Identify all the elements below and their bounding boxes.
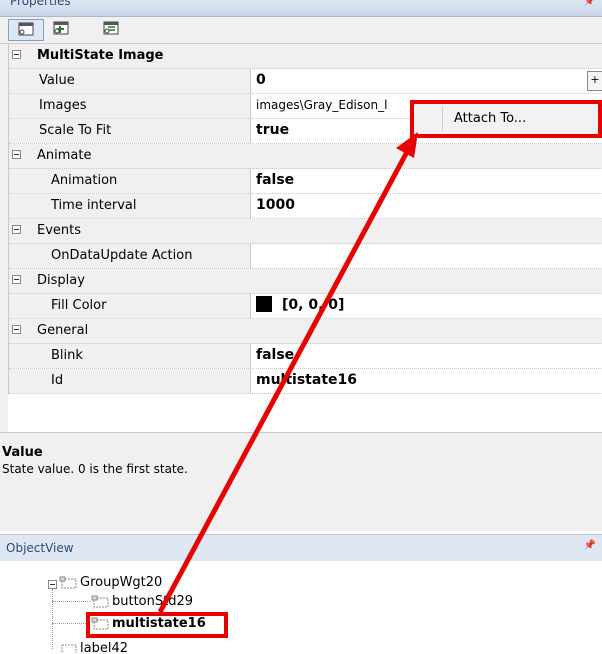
collapse-icon[interactable]: [12, 325, 21, 334]
collapse-icon[interactable]: [12, 50, 21, 59]
property-name: OnDataUpdate Action: [23, 244, 251, 268]
value-text: 0: [256, 72, 266, 88]
objectview-tree: GroupWgt20 buttonStd29 multistate16 labe…: [0, 561, 602, 654]
tree-node-label: label42: [80, 641, 128, 653]
properties-title-bar: Properties 📌: [0, 0, 602, 17]
color-swatch: [256, 296, 272, 312]
description-panel: Value State value. 0 is the first state.: [0, 432, 602, 531]
property-value[interactable]: false: [252, 344, 602, 368]
category-general[interactable]: General: [9, 319, 602, 344]
alphabetical-view-icon: [53, 21, 69, 35]
properties-toolbar: [0, 17, 602, 44]
category-events[interactable]: Events: [9, 219, 602, 244]
property-value[interactable]: false: [252, 169, 602, 193]
menu-separator: [442, 106, 443, 132]
alphabetical-view-button[interactable]: [44, 19, 78, 39]
ellipsis-button[interactable]: +: [587, 71, 602, 91]
highlight-box: [86, 612, 228, 638]
property-value[interactable]: [0, 0, 0]: [252, 294, 602, 318]
category-label: MultiState Image: [23, 44, 583, 68]
events-view-button[interactable]: [94, 19, 128, 39]
collapse-icon[interactable]: [12, 275, 21, 284]
property-row-id[interactable]: Id multistate16: [9, 369, 602, 394]
category-label: Events: [23, 219, 583, 243]
fill-color-text: [0, 0, 0]: [282, 297, 345, 313]
property-name: Scale To Fit: [23, 119, 251, 143]
property-value[interactable]: 0 +: [252, 69, 602, 93]
property-value[interactable]: [252, 244, 602, 268]
property-name: Animation: [23, 169, 251, 193]
widget-icon: [58, 642, 80, 653]
tree-node-label: GroupWgt20: [80, 575, 163, 590]
tree-node-buttonstd29[interactable]: buttonStd29: [90, 594, 193, 609]
categorized-view-icon: [18, 22, 34, 36]
widget-icon: [90, 595, 112, 609]
description-text: State value. 0 is the first state.: [2, 462, 188, 476]
category-label: General: [23, 319, 583, 343]
category-multistate-image[interactable]: MultiState Image: [9, 44, 602, 69]
property-name: Images: [23, 94, 251, 118]
property-value[interactable]: multistate16: [252, 369, 602, 393]
description-title: Value: [2, 445, 43, 460]
property-name: Value: [23, 69, 251, 93]
property-value[interactable]: 1000: [252, 194, 602, 218]
objectview-title: ObjectView: [6, 541, 74, 555]
property-row-blink[interactable]: Blink false: [9, 344, 602, 369]
property-row-fill-color[interactable]: Fill Color [0, 0, 0]: [9, 294, 602, 319]
tree-line: [52, 601, 90, 602]
tree-node-label42[interactable]: label42: [58, 641, 128, 653]
property-name: Fill Color: [23, 294, 251, 318]
context-menu: Attach To...: [410, 100, 602, 138]
objectview-title-bar: ObjectView 📌: [0, 534, 602, 562]
menu-item-attach-to[interactable]: Attach To...: [454, 111, 526, 126]
property-row-value[interactable]: Value 0 +: [9, 69, 602, 94]
property-row-time-interval[interactable]: Time interval 1000: [9, 194, 602, 219]
collapse-icon[interactable]: [48, 580, 57, 589]
collapse-icon[interactable]: [12, 225, 21, 234]
grid-left-edge: [0, 44, 8, 432]
property-row-ondataupdate[interactable]: OnDataUpdate Action: [9, 244, 602, 269]
property-grid: MultiState Image Value 0 + Images images\…: [8, 44, 602, 394]
category-label: Animate: [23, 144, 583, 168]
tree-node-groupwgt20[interactable]: GroupWgt20: [58, 575, 162, 590]
category-label: Display: [23, 269, 583, 293]
category-display[interactable]: Display: [9, 269, 602, 294]
pin-icon[interactable]: 📌: [584, 540, 596, 551]
categorized-view-button[interactable]: [8, 19, 44, 41]
category-animate[interactable]: Animate: [9, 144, 602, 169]
tree-node-label: buttonStd29: [112, 594, 194, 609]
tree-line: [52, 589, 53, 649]
events-view-icon: [103, 21, 119, 35]
property-name: Time interval: [23, 194, 251, 218]
property-name: Blink: [23, 344, 251, 368]
group-icon: [58, 576, 80, 590]
tree-line: [52, 623, 90, 624]
pin-icon[interactable]: 📌: [584, 0, 596, 7]
property-name: Id: [23, 369, 251, 393]
property-row-animation[interactable]: Animation false: [9, 169, 602, 194]
collapse-icon[interactable]: [12, 150, 21, 159]
panel-title: Properties: [10, 0, 71, 8]
